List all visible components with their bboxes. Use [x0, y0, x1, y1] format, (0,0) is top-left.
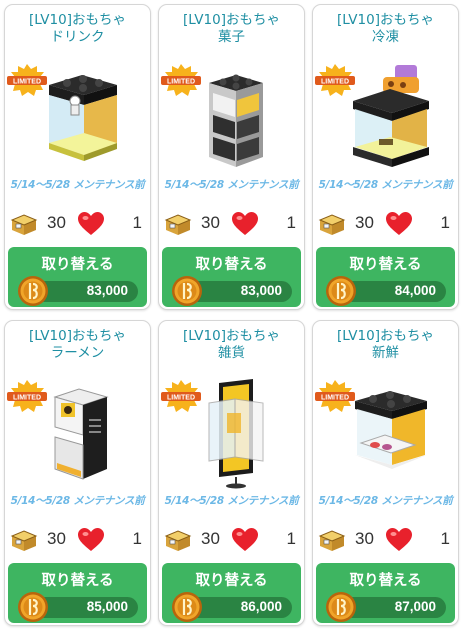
- item-title-line1: [LV10]おもちゃ: [183, 328, 280, 344]
- item-grid: [LV10]おもちゃ ドリンク LIMITED 5/14～5/28 メンテナンス…: [4, 4, 459, 626]
- frozen-toy-case-icon: [353, 65, 429, 167]
- price-bar: 87,000: [342, 597, 446, 618]
- price-bar: 83,000: [188, 281, 292, 302]
- price-value: 86,000: [240, 599, 282, 614]
- sale-period-text: 5/14～5/28 メンテナンス前: [164, 179, 299, 191]
- box-icon: [318, 530, 346, 551]
- ramen-toy-booth-icon: [53, 388, 109, 480]
- item-title-line2: 冷凍: [372, 29, 399, 45]
- item-title: [LV10]おもちゃ 菓子: [159, 12, 304, 46]
- heart-cost: 1: [132, 213, 142, 232]
- item-title: [LV10]おもちゃ ドリンク: [5, 12, 150, 46]
- coin-icon: [18, 592, 48, 622]
- item-title-line1: [LV10]おもちゃ: [29, 328, 126, 344]
- heart-icon: [386, 528, 412, 551]
- box-cost: 30: [47, 529, 66, 548]
- item-title-line2: 雑貨: [218, 345, 245, 361]
- price-value: 87,000: [394, 599, 436, 614]
- exchange-button-label: 取り替える: [41, 573, 114, 589]
- coin-icon: [172, 592, 202, 622]
- coin-icon: [18, 276, 48, 306]
- cost-row: 30 1: [5, 210, 150, 238]
- sale-period-text: 5/14～5/28 メンテナンス前: [10, 179, 145, 191]
- item-title-line2: ドリンク: [50, 29, 105, 45]
- price-value: 83,000: [240, 283, 282, 298]
- fresh-toy-machine-icon: [355, 391, 427, 469]
- item-title-line1: [LV10]おもちゃ: [337, 12, 434, 28]
- exchange-button-label: 取り替える: [349, 257, 422, 273]
- exchange-button-label: 取り替える: [41, 257, 114, 273]
- exchange-button-label: 取り替える: [349, 573, 422, 589]
- heart-cost: 1: [440, 213, 450, 232]
- item-card[interactable]: [LV10]おもちゃ 菓子 LIMITED 5/14～5/28 メンテナンス前: [158, 4, 305, 310]
- exchange-button-label: 取り替える: [195, 257, 268, 273]
- price-value: 84,000: [394, 283, 436, 298]
- box-icon: [164, 214, 192, 235]
- heart-icon: [386, 212, 412, 235]
- price-value: 85,000: [86, 599, 128, 614]
- item-title: [LV10]おもちゃ 雑貨: [159, 328, 304, 362]
- heart-cost: 1: [440, 529, 450, 548]
- item-title: [LV10]おもちゃ ラーメン: [5, 328, 150, 362]
- box-icon: [164, 530, 192, 551]
- cost-row: 30 1: [159, 210, 304, 238]
- cost-row: 30 1: [313, 210, 458, 238]
- item-title-line2: 菓子: [218, 29, 245, 45]
- coin-icon: [172, 276, 202, 306]
- cost-row: 30 1: [159, 526, 304, 554]
- item-card[interactable]: [LV10]おもちゃ 新鮮 LIMITED 5/14～5/28 メンテナンス前: [312, 320, 459, 626]
- box-icon: [318, 214, 346, 235]
- heart-icon: [78, 528, 104, 551]
- snack-toy-shelf-icon: [209, 74, 263, 167]
- price-bar: 85,000: [34, 597, 138, 618]
- sale-period-text: 5/14～5/28 メンテナンス前: [318, 179, 453, 191]
- sale-period-text: 5/14～5/28 メンテナンス前: [164, 495, 299, 507]
- box-cost: 30: [355, 213, 374, 232]
- drink-toy-machine-icon: [49, 75, 117, 161]
- coin-icon: [326, 276, 356, 306]
- item-title-line1: [LV10]おもちゃ: [29, 12, 126, 28]
- heart-icon: [232, 212, 258, 235]
- price-bar: 86,000: [188, 597, 292, 618]
- coin-icon: [326, 592, 356, 622]
- exchange-button-label: 取り替える: [195, 573, 268, 589]
- exchange-button[interactable]: 取り替える 86,000: [162, 563, 301, 623]
- item-title: [LV10]おもちゃ 新鮮: [313, 328, 458, 362]
- item-title-line1: [LV10]おもちゃ: [183, 12, 280, 28]
- exchange-button[interactable]: 取り替える 87,000: [316, 563, 455, 623]
- item-title: [LV10]おもちゃ 冷凍: [313, 12, 458, 46]
- exchange-button[interactable]: 取り替える 83,000: [8, 247, 147, 307]
- box-icon: [10, 530, 38, 551]
- heart-cost: 1: [286, 529, 296, 548]
- item-card[interactable]: [LV10]おもちゃ ラーメン LIMITED 5/14～5/28 メンテナンス…: [4, 320, 151, 626]
- item-title-line2: ラーメン: [50, 345, 105, 361]
- cost-row: 30 1: [5, 526, 150, 554]
- box-cost: 30: [47, 213, 66, 232]
- price-bar: 84,000: [342, 281, 446, 302]
- price-value: 83,000: [86, 283, 128, 298]
- item-title-line1: [LV10]おもちゃ: [337, 328, 434, 344]
- price-bar: 83,000: [34, 281, 138, 302]
- heart-cost: 1: [132, 529, 142, 548]
- sale-period-text: 5/14～5/28 メンテナンス前: [318, 495, 453, 507]
- sale-period-text: 5/14～5/28 メンテナンス前: [10, 495, 145, 507]
- item-card[interactable]: [LV10]おもちゃ ドリンク LIMITED 5/14～5/28 メンテナンス…: [4, 4, 151, 310]
- heart-icon: [232, 528, 258, 551]
- goods-toy-stand-icon: [208, 379, 264, 489]
- box-cost: 30: [355, 529, 374, 548]
- heart-cost: 1: [286, 213, 296, 232]
- exchange-button[interactable]: 取り替える 85,000: [8, 563, 147, 623]
- box-cost: 30: [201, 213, 220, 232]
- item-card[interactable]: [LV10]おもちゃ 雑貨 LIMITED 5/14～5/28 メンテナンス前: [158, 320, 305, 626]
- cost-row: 30 1: [313, 526, 458, 554]
- exchange-button[interactable]: 取り替える 83,000: [162, 247, 301, 307]
- item-title-line2: 新鮮: [372, 345, 399, 361]
- box-cost: 30: [201, 529, 220, 548]
- box-icon: [10, 214, 38, 235]
- exchange-button[interactable]: 取り替える 84,000: [316, 247, 455, 307]
- heart-icon: [78, 212, 104, 235]
- item-card[interactable]: [LV10]おもちゃ 冷凍 LIMITED 5/14～5/28 メンテナンス前: [312, 4, 459, 310]
